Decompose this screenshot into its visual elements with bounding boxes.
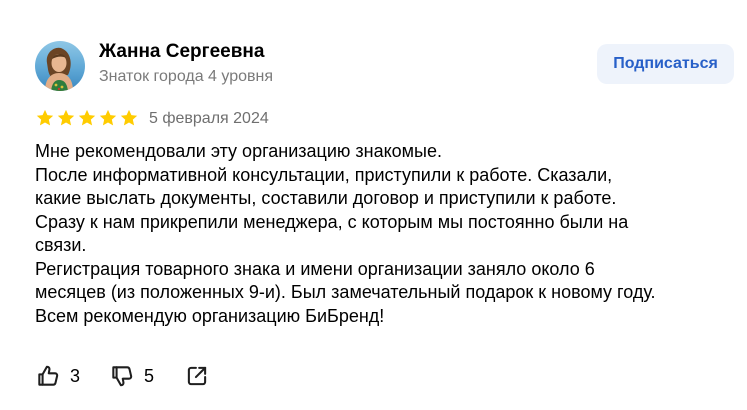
author-level: Знаток города 4 уровня [99,68,274,85]
subscribe-button[interactable]: Подписаться [597,44,734,84]
star-icon [99,109,117,126]
review-actions: 3 5 [35,362,210,390]
thumbs-down-icon [112,366,133,387]
like-count: 3 [70,366,81,386]
review-date: 5 февраля 2024 [149,110,269,127]
star-icon [78,109,96,126]
review-text-line: Мне рекомендовали эту организацию знаком… [35,141,443,161]
avatar[interactable] [35,41,85,91]
star-icon [36,109,54,126]
user-photo-icon [35,41,85,91]
review-text-line: Сразу к нам прикрепили менеджера, с кото… [35,211,629,232]
star-icon [120,109,138,126]
author-name[interactable]: Жанна Сергеевна [99,40,264,64]
thumbs-up-icon [38,365,59,386]
review-text-line: Регистрация товарного знака и имени орга… [35,258,595,279]
like-button[interactable]: 3 [35,363,109,389]
review-text-line: связи. [35,235,87,255]
share-button[interactable] [184,363,210,389]
review-text-line: Всем рекомендую организацию БиБренд! [35,305,385,326]
review-text-line: После информативной консультации, присту… [35,164,613,185]
review-text-line: какие выслать документы, составили догов… [35,188,617,208]
share-icon [187,366,207,386]
star-rating [35,108,139,128]
star-icon [57,109,75,126]
review-text: Мне рекомендовали эту организацию знаком… [35,140,735,328]
dislike-count: 5 [144,366,155,386]
review-text-line: месяцев (из положенных 9-и). Был замечат… [35,282,656,302]
dislike-button[interactable]: 5 [109,363,184,389]
review-card: Жанна Сергеевна Знаток города 4 уровня П… [0,0,747,410]
